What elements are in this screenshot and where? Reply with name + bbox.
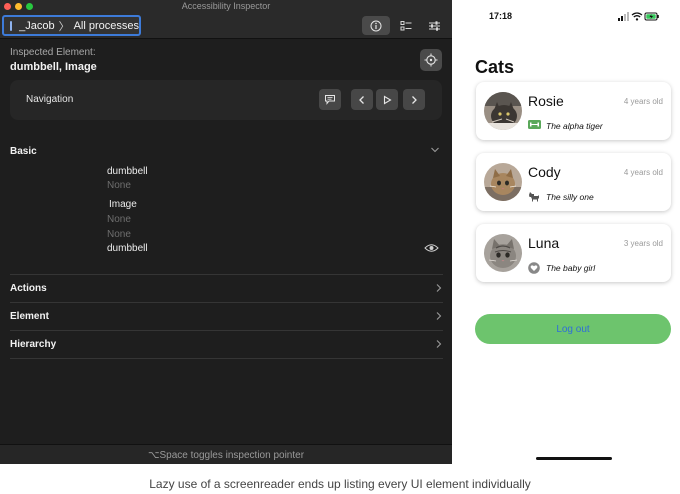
- accessibility-inspector-window: Accessibility Inspector _Jacob 〉 All pro…: [0, 0, 452, 464]
- chevron-right-icon: [436, 340, 442, 348]
- hierarchy-section-label: Hierarchy: [10, 339, 57, 350]
- element-section-label: Element: [10, 311, 49, 322]
- navigation-label: Navigation: [26, 94, 74, 105]
- chevron-left-icon: [359, 95, 364, 104]
- attribute-value: dumbbell: [107, 243, 148, 254]
- inspection-pointer-button[interactable]: [420, 49, 442, 71]
- figure-caption: Lazy use of a screenreader ends up listi…: [149, 477, 531, 491]
- status-footer: ⌥Space toggles inspection pointer: [0, 444, 452, 464]
- cellular-signal-icon: [618, 12, 629, 21]
- dog-icon: [529, 192, 539, 202]
- cat-age: 4 years old: [623, 168, 663, 177]
- cat-description: The silly one: [546, 192, 594, 202]
- info-icon: [370, 20, 382, 31]
- actions-section[interactable]: Actions: [10, 274, 443, 302]
- cat-age: 3 years old: [623, 239, 663, 248]
- cat-card-luna[interactable]: Luna 3 years old The baby girl: [476, 224, 671, 282]
- attribute-value: None: [107, 214, 131, 225]
- cat-photo: [484, 163, 522, 201]
- speech-bubble-icon: [325, 95, 335, 105]
- cat-name: Luna: [528, 235, 560, 251]
- hierarchy-section[interactable]: Hierarchy: [10, 330, 443, 358]
- cat-name: Cody: [528, 164, 561, 180]
- cat-description: The baby girl: [546, 263, 596, 273]
- crosshair-icon: [424, 53, 438, 67]
- inspected-element-value: dumbbell, Image: [10, 61, 97, 73]
- rosie-photo-icon: [484, 92, 522, 130]
- screenshot-root: Accessibility Inspector _Jacob 〉 All pro…: [0, 0, 680, 494]
- log-out-button[interactable]: Log out: [475, 314, 671, 344]
- chevron-right-icon: [412, 95, 417, 104]
- element-section[interactable]: Element: [10, 302, 443, 330]
- target-device-label: _Jacob: [19, 19, 55, 32]
- luna-photo-icon: [484, 234, 522, 272]
- status-bar-icons: [618, 12, 659, 21]
- attribute-value: Image: [109, 199, 137, 210]
- iphone-simulator-screen: 17:18 Cats Rosie 4 years old The alpha t…: [452, 0, 680, 464]
- title-bar: Accessibility Inspector: [0, 0, 452, 12]
- breadcrumb-chevron-icon: 〉: [58, 20, 70, 33]
- target-process-label: All processes: [73, 19, 139, 32]
- actions-section-label: Actions: [10, 283, 47, 294]
- cat-description: The alpha tiger: [546, 121, 603, 131]
- section-divider: [10, 358, 443, 359]
- basic-section-header[interactable]: Basic: [10, 146, 37, 157]
- audit-button[interactable]: [396, 16, 416, 35]
- sliders-icon: [428, 20, 440, 31]
- home-indicator[interactable]: [536, 457, 612, 460]
- cat-photo: [484, 92, 522, 130]
- cat-name: Rosie: [528, 93, 564, 109]
- settings-button[interactable]: [424, 16, 444, 35]
- auto-navigate-button[interactable]: [376, 89, 398, 110]
- cody-photo-icon: [484, 163, 522, 201]
- dumbbell-icon: [528, 120, 541, 129]
- attribute-value: None: [107, 180, 131, 191]
- battery-charging-icon: [644, 12, 659, 21]
- chevron-down-icon[interactable]: [430, 146, 440, 154]
- target-chooser[interactable]: _Jacob 〉 All processes: [2, 15, 141, 36]
- eye-icon[interactable]: [424, 243, 439, 253]
- cat-age: 4 years old: [623, 97, 663, 106]
- attribute-value: dumbbell: [107, 166, 148, 177]
- chevron-right-icon: [436, 284, 442, 292]
- inspected-element-heading: Inspected Element:: [10, 47, 96, 58]
- wifi-icon: [631, 12, 643, 21]
- heart-icon: [528, 262, 540, 274]
- cat-card-rosie[interactable]: Rosie 4 years old The alpha tiger: [476, 82, 671, 140]
- navigation-panel: Navigation: [10, 80, 442, 120]
- iphone-icon: [10, 20, 13, 31]
- window-title: Accessibility Inspector: [181, 1, 271, 11]
- attribute-value: None: [107, 229, 131, 240]
- next-element-button[interactable]: [403, 89, 425, 110]
- chevron-right-icon: [436, 312, 442, 320]
- play-icon: [383, 95, 392, 104]
- screen-title: Cats: [475, 57, 515, 77]
- status-bar-time: 17:18: [489, 11, 513, 21]
- inspection-info-button[interactable]: [362, 16, 390, 35]
- audit-icon: [400, 20, 411, 30]
- toolbar: _Jacob 〉 All processes: [0, 12, 452, 39]
- speak-button[interactable]: [319, 89, 341, 110]
- previous-element-button[interactable]: [351, 89, 373, 110]
- cat-card-cody[interactable]: Cody 4 years old The silly one: [476, 153, 671, 211]
- cat-photo: [484, 234, 522, 272]
